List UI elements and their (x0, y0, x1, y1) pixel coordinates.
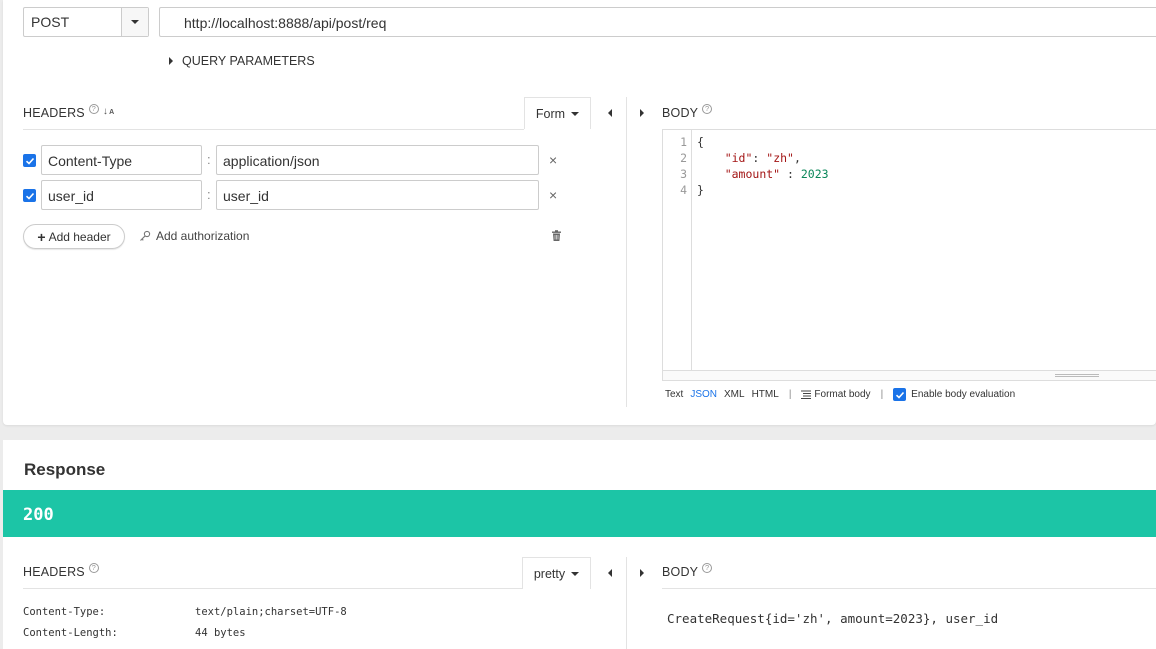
format-json-option[interactable]: JSON (690, 389, 717, 400)
request-headers-title: HEADERS? ↓ A (23, 104, 115, 120)
format-html-option[interactable]: HTML (752, 389, 779, 400)
json-separator: : (752, 151, 767, 165)
caret-down-icon (571, 571, 580, 576)
check-icon (25, 192, 34, 200)
enable-body-evaluation-toggle[interactable]: Enable body evaluation (893, 388, 1015, 401)
divider (23, 588, 522, 589)
format-lines-icon (801, 390, 812, 399)
help-icon[interactable]: ? (702, 563, 713, 573)
response-header-name: Content-Length: (23, 627, 118, 639)
add-authorization-button[interactable]: Add authorization (139, 229, 249, 243)
colon-separator: : (207, 152, 211, 167)
header-2-value-input[interactable]: user_id (216, 180, 539, 210)
sort-alpha-icon[interactable]: ↓ A (103, 106, 115, 117)
expand-right-icon[interactable] (640, 109, 644, 117)
status-code: 200 (23, 505, 54, 525)
divider (662, 588, 1156, 589)
body-format-bar: Text JSON XML HTML | Format body | Enabl… (665, 388, 1015, 401)
close-icon[interactable]: × (549, 152, 557, 168)
response-header-value: text/plain;charset=UTF-8 (195, 606, 347, 618)
format-body-button[interactable]: Format body (801, 389, 871, 400)
header-2-name-input[interactable]: user_id (41, 180, 202, 210)
status-bar: 200 (3, 490, 1156, 537)
header-1-enabled-checkbox[interactable] (23, 154, 36, 167)
help-icon[interactable]: ? (702, 104, 713, 114)
header-2-enabled-checkbox[interactable] (23, 189, 36, 202)
add-header-button[interactable]: + Add header (23, 224, 125, 249)
query-parameters-toggle[interactable]: QUERY PARAMETERS (169, 54, 315, 68)
separator: | (788, 389, 792, 400)
editor-scrollbar[interactable] (663, 370, 1156, 380)
line-number-gutter: 1 2 3 4 (663, 130, 692, 380)
json-number-value: 2023 (800, 167, 829, 181)
help-icon[interactable]: ? (88, 563, 99, 573)
response-headers-title: HEADERS? (23, 563, 99, 579)
line-number: 4 (680, 183, 687, 197)
request-panel: POST http://localhost:8888/api/post/req … (3, 0, 1156, 425)
header-1-name-input[interactable]: Content-Type (41, 145, 202, 175)
header-1-value-input[interactable]: application/json (216, 145, 539, 175)
panel-splitter[interactable] (626, 97, 627, 407)
headers-mode-label: Form (535, 106, 566, 121)
separator: | (880, 389, 884, 400)
key-icon (140, 230, 151, 241)
json-key: "amount" (724, 167, 781, 181)
response-body-label: BODY (662, 565, 699, 579)
expand-right-icon[interactable] (640, 569, 644, 577)
check-icon (25, 157, 34, 165)
code-line: "id": "zh", (697, 151, 801, 165)
response-title: Response (24, 460, 106, 479)
code-line: } (697, 183, 704, 197)
method-value: POST (31, 14, 70, 30)
response-body-title: BODY? (662, 563, 713, 579)
body-editor[interactable]: 1 2 3 4 { "id": "zh", "amount" : 2023 } (662, 129, 1156, 381)
checkbox-checked-icon[interactable] (893, 388, 907, 401)
json-string-value: "zh" (766, 151, 794, 165)
headers-mode-dropdown[interactable]: Form (524, 97, 591, 129)
caret-down-icon (571, 111, 580, 116)
response-panel: Response 200 HEADERS? pretty Content-Typ… (3, 440, 1156, 649)
scrollbar-grip[interactable] (1055, 374, 1099, 377)
panel-splitter[interactable] (626, 557, 627, 649)
enable-body-evaluation-label: Enable body evaluation (911, 389, 1016, 400)
method-select[interactable]: POST (23, 7, 149, 37)
response-headers-label: HEADERS (23, 565, 85, 579)
json-comma: , (793, 151, 801, 165)
plus-icon: + (37, 228, 46, 245)
caret-down-icon (131, 20, 139, 24)
response-body-text: CreateRequest{id='zh', amount=2023}, use… (667, 611, 999, 626)
method-dropdown-toggle[interactable] (121, 8, 148, 36)
line-number: 2 (680, 151, 687, 165)
close-icon[interactable]: × (549, 187, 557, 203)
colon-separator: : (207, 187, 211, 202)
request-headers-label: HEADERS (23, 106, 85, 120)
trash-icon[interactable] (551, 230, 562, 245)
code-line: "amount" : 2023 (697, 167, 829, 181)
response-header-name: Content-Type: (23, 606, 106, 618)
json-key: "id" (724, 151, 753, 165)
response-headers-mode-dropdown[interactable]: pretty (522, 557, 591, 589)
add-header-label: Add header (48, 229, 111, 244)
request-body-label: BODY (662, 106, 699, 120)
format-body-label: Format body (814, 389, 871, 400)
response-header-value: 44 bytes (195, 627, 246, 639)
response-headers-mode-label: pretty (533, 566, 566, 581)
add-authorization-label: Add authorization (156, 229, 250, 243)
divider (23, 129, 524, 130)
format-text-option[interactable]: Text (665, 389, 683, 400)
code-line: { (697, 135, 704, 149)
triangle-right-icon (169, 57, 173, 65)
collapse-left-icon[interactable] (608, 569, 612, 577)
json-separator: : (780, 167, 801, 181)
collapse-left-icon[interactable] (608, 109, 612, 117)
query-parameters-label: QUERY PARAMETERS (182, 54, 315, 68)
line-number: 3 (680, 167, 687, 181)
help-icon[interactable]: ? (88, 104, 99, 114)
url-input[interactable]: http://localhost:8888/api/post/req (159, 7, 1156, 37)
format-xml-option[interactable]: XML (724, 389, 745, 400)
request-body-title: BODY? (662, 104, 713, 120)
line-number: 1 (680, 135, 687, 149)
